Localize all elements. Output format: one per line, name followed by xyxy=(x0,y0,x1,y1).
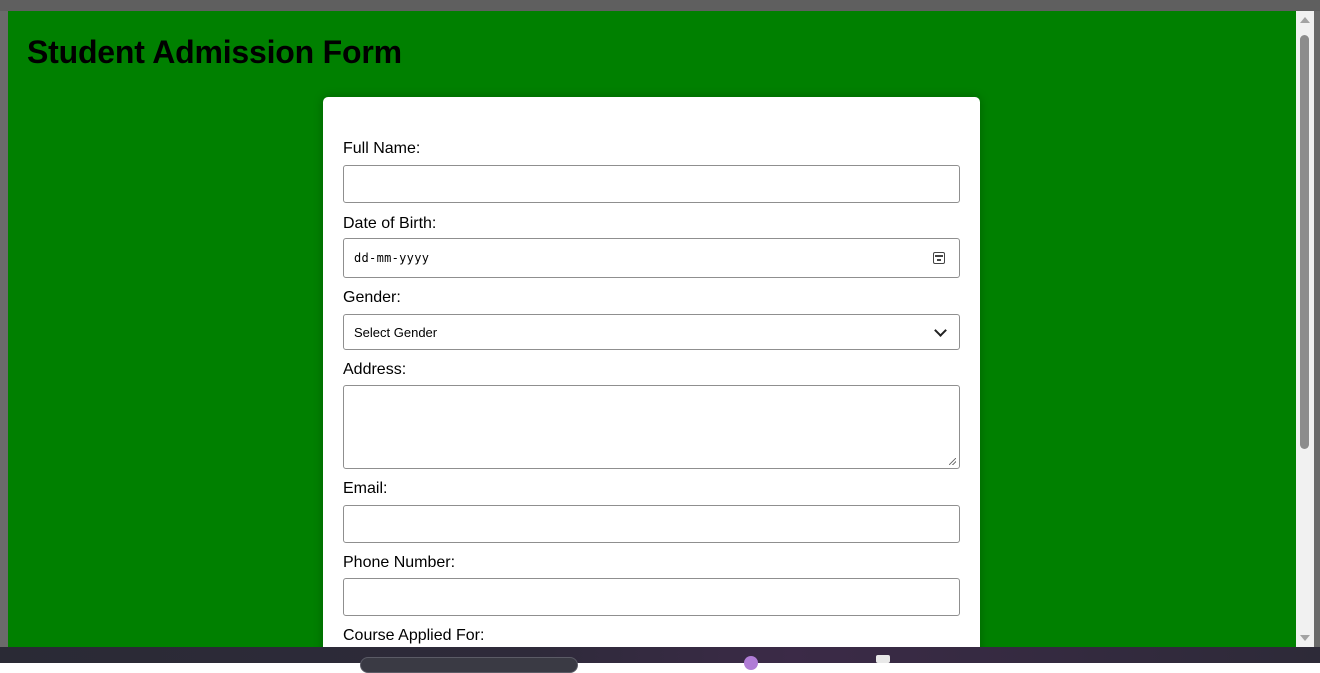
vertical-scrollbar[interactable] xyxy=(1296,11,1314,647)
taskbar-app-icon[interactable] xyxy=(744,656,758,670)
gender-selected-value: Select Gender xyxy=(354,324,438,340)
address-textarea[interactable] xyxy=(343,385,960,469)
email-input[interactable] xyxy=(343,505,960,543)
resize-handle-icon[interactable] xyxy=(949,458,956,465)
admission-form: Full Name: Date of Birth: dd-mm-yyyy Gen… xyxy=(323,97,980,647)
taskbar-tray-icon[interactable] xyxy=(876,655,890,663)
gender-select[interactable]: Select Gender xyxy=(343,314,960,350)
page-title: Student Admission Form xyxy=(27,34,402,70)
scroll-down-arrow-icon[interactable] xyxy=(1300,635,1310,641)
dob-label: Date of Birth: xyxy=(343,215,437,232)
window-right-edge xyxy=(1314,11,1320,647)
phone-input[interactable] xyxy=(343,578,960,616)
calendar-icon[interactable] xyxy=(933,252,945,264)
window-top-edge xyxy=(0,0,1320,11)
dob-placeholder: dd-mm-yyyy xyxy=(354,251,430,265)
address-label: Address: xyxy=(343,361,407,378)
taskbar xyxy=(0,647,1320,673)
full-name-label: Full Name: xyxy=(343,140,421,157)
page-viewport: Student Admission Form Full Name: Date o… xyxy=(8,11,1296,647)
window-left-edge xyxy=(0,11,8,647)
scroll-thumb[interactable] xyxy=(1300,35,1309,449)
dob-input[interactable]: dd-mm-yyyy xyxy=(343,238,960,278)
email-label: Email: xyxy=(343,480,388,497)
course-label: Course Applied For: xyxy=(343,627,485,644)
gender-label: Gender: xyxy=(343,289,401,306)
phone-label: Phone Number: xyxy=(343,554,456,571)
scroll-up-arrow-icon[interactable] xyxy=(1300,17,1310,23)
chevron-down-icon xyxy=(934,323,947,337)
full-name-input[interactable] xyxy=(343,165,960,203)
taskbar-search-box[interactable] xyxy=(360,657,578,673)
